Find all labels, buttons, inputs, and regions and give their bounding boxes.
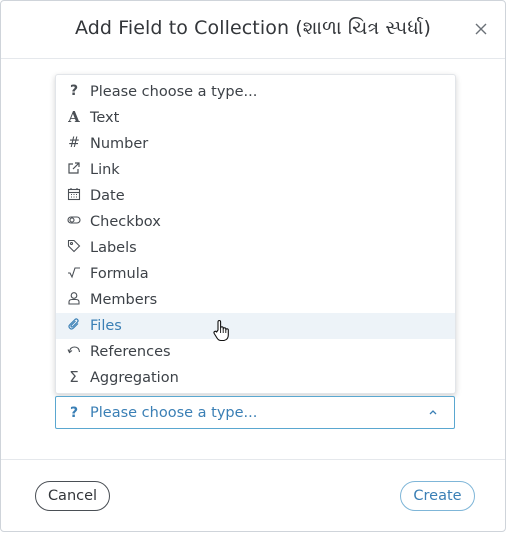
sigma-icon: Σ xyxy=(69,368,79,386)
paperclip-icon xyxy=(66,317,82,333)
select-value: Please choose a type... xyxy=(90,405,258,421)
dialog-title: Add Field to Collection (શાળા ચિત્ર સ્પર… xyxy=(74,17,431,39)
menu-item-label: Files xyxy=(90,318,122,334)
menu-item-labels[interactable]: Labels xyxy=(56,235,455,261)
menu-item-label: Please choose a type... xyxy=(90,84,258,100)
menu-item-link[interactable]: Link xyxy=(56,157,455,183)
dialog-header: Add Field to Collection (શાળા ચિત્ર સ્પર… xyxy=(1,1,505,59)
menu-item-label: Aggregation xyxy=(90,370,179,386)
menu-item-label: References xyxy=(90,344,171,360)
person-icon xyxy=(66,291,82,307)
menu-item-date[interactable]: Date xyxy=(56,183,455,209)
calendar-icon xyxy=(66,187,82,203)
menu-item-label: Date xyxy=(90,188,125,204)
menu-item-formula[interactable]: Formula xyxy=(56,261,455,287)
close-icon xyxy=(475,23,487,35)
question-icon: ? xyxy=(70,405,79,421)
menu-item-label: Checkbox xyxy=(90,214,161,230)
add-field-dialog: Add Field to Collection (શાળા ચિત્ર સ્પર… xyxy=(0,0,506,532)
menu-item-label: Members xyxy=(90,292,158,308)
undo-arrow-icon xyxy=(66,343,82,359)
menu-item-label: Formula xyxy=(90,266,149,282)
hash-icon: # xyxy=(68,135,80,151)
external-link-icon xyxy=(66,161,82,177)
menu-item-number[interactable]: # Number xyxy=(56,131,455,157)
menu-item-members[interactable]: Members xyxy=(56,287,455,313)
toggle-icon xyxy=(66,213,82,229)
question-icon: ? xyxy=(69,83,79,99)
tag-icon xyxy=(66,239,82,255)
field-type-select[interactable]: ? Please choose a type... xyxy=(55,396,455,429)
menu-item-label: Labels xyxy=(90,240,137,256)
field-type-menu: ? Please choose a type... A Text # Numbe… xyxy=(55,74,456,394)
menu-item-aggregation[interactable]: Σ Aggregation xyxy=(56,365,455,391)
menu-item-label: Text xyxy=(90,110,120,126)
menu-item-files[interactable]: Files xyxy=(56,313,455,339)
menu-item-checkbox[interactable]: Checkbox xyxy=(56,209,455,235)
menu-item-references[interactable]: References xyxy=(56,339,455,365)
close-button[interactable] xyxy=(473,21,489,37)
chevron-up-icon xyxy=(429,410,437,415)
dialog-footer: Cancel Create xyxy=(1,459,505,533)
menu-item-placeholder[interactable]: ? Please choose a type... xyxy=(56,79,455,105)
create-button[interactable]: Create xyxy=(400,481,475,511)
menu-item-label: Link xyxy=(90,162,120,178)
menu-item-text[interactable]: A Text xyxy=(56,105,455,131)
menu-item-label: Number xyxy=(90,136,149,152)
cancel-button[interactable]: Cancel xyxy=(35,481,110,511)
text-icon: A xyxy=(68,108,80,126)
square-root-icon xyxy=(66,265,82,281)
